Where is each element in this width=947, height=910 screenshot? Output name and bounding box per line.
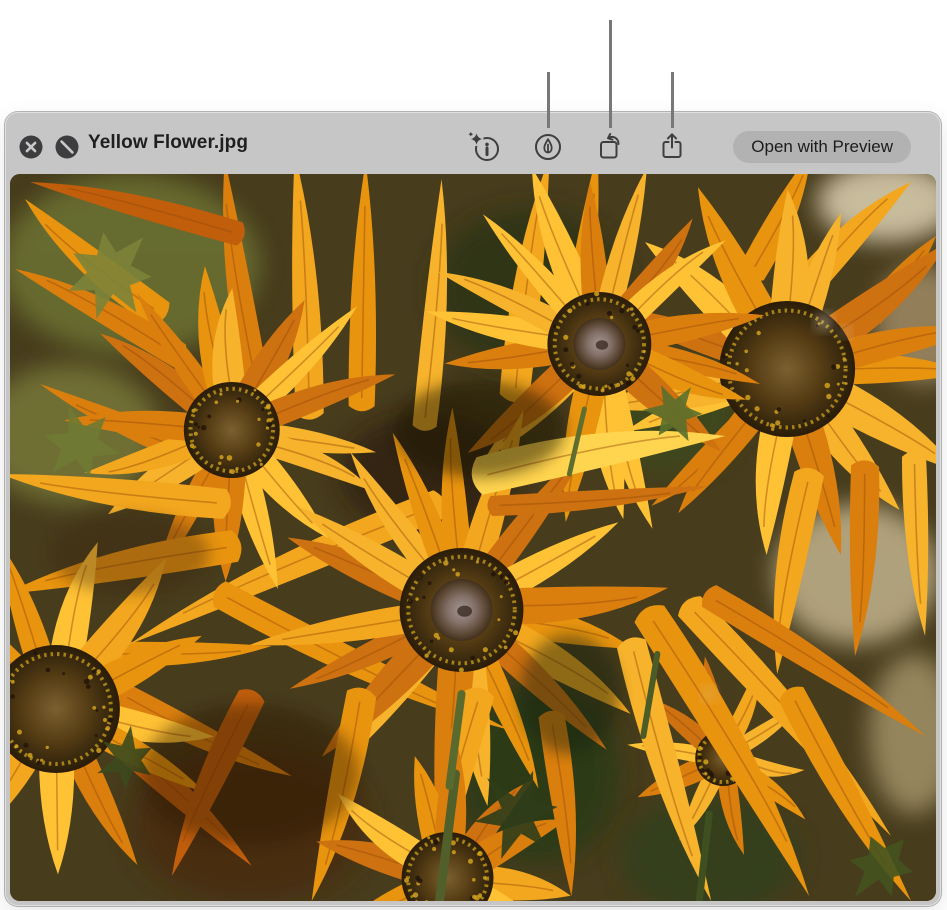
quicklook-window: Yellow Flower.jpg: [5, 112, 941, 906]
screenshot-stage: Yellow Flower.jpg: [0, 0, 947, 910]
circle-slash-icon: [54, 134, 80, 160]
titlebar: Yellow Flower.jpg: [5, 112, 941, 174]
visual-look-up-button[interactable]: [466, 131, 502, 163]
window-title: Yellow Flower.jpg: [88, 112, 248, 174]
close-icon: [18, 134, 44, 160]
open-with-preview-button[interactable]: Open with Preview: [733, 131, 911, 163]
close-button[interactable]: [18, 134, 44, 160]
callout-line: [609, 20, 612, 128]
share-button[interactable]: [659, 131, 685, 161]
markup-pen-icon: [533, 132, 563, 162]
visual-look-up-icon: [466, 131, 502, 163]
rotate-left-icon: [597, 131, 624, 159]
rotate-left-button[interactable]: [597, 131, 624, 159]
markup-button[interactable]: [533, 132, 563, 162]
callout-line: [547, 72, 550, 128]
share-icon: [659, 131, 685, 161]
callout-line: [671, 72, 674, 128]
photo-yellow-flowers: [10, 174, 936, 901]
cancel-button[interactable]: [54, 134, 80, 160]
